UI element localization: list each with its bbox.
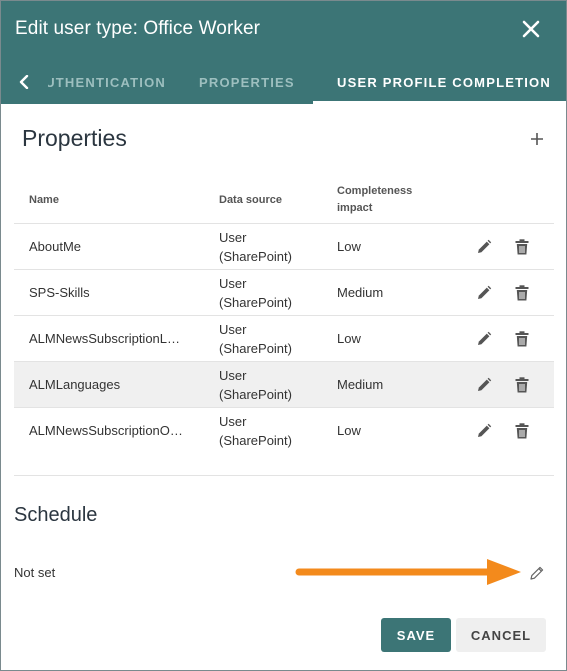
pencil-outline-icon [530,566,544,580]
edit-row-button[interactable] [474,329,494,349]
table-row: ALMLanguages User (SharePoint) Medium [14,362,554,408]
tab-user-profile-completion[interactable]: USER PROFILE COMPLETION [337,75,551,90]
section-divider [14,475,554,476]
schedule-value: Not set [14,565,56,580]
property-impact: Low [337,423,361,438]
edit-row-button[interactable] [474,421,494,441]
property-name: SPS-Skills [29,285,90,300]
close-button[interactable] [517,15,545,43]
property-impact: Low [337,331,361,346]
add-property-button[interactable] [525,127,549,151]
dialog-title: Edit user type: Office Worker [15,18,261,39]
trash-icon [515,331,529,347]
property-name: ALMLanguages [29,377,121,392]
property-source: User (SharePoint) [219,368,292,402]
close-icon [522,20,540,38]
property-impact: Low [337,239,361,254]
trash-icon [515,285,529,301]
delete-row-button[interactable] [512,421,532,441]
callout-arrow-icon [295,559,521,585]
property-source: User (SharePoint) [219,322,292,356]
edit-schedule-button[interactable] [527,563,547,583]
trash-icon [515,239,529,255]
properties-heading: Properties [22,125,127,151]
column-header-completeness-impact: Completeness impact [337,185,413,214]
dialog-header: Edit user type: Office Worker AUTHENTICA… [1,1,566,104]
column-header-data-source: Data source [219,194,282,206]
property-name: ALMNewsSubscriptionO… [29,423,183,438]
save-button[interactable]: SAVE [381,618,451,652]
pencil-icon [478,331,492,345]
delete-row-button[interactable] [512,237,532,257]
edit-row-button[interactable] [474,283,494,303]
tabs-scroll-left-button[interactable] [11,69,37,95]
tab-authentication[interactable]: AUTHENTICATION [48,75,166,90]
property-impact: Medium [337,285,384,300]
table-row: ALMNewsSubscriptionO… User (SharePoint) … [14,408,554,454]
delete-row-button[interactable] [512,329,532,349]
table-row: SPS-Skills User (SharePoint) Medium [14,270,554,316]
property-name: ALMNewsSubscriptionL… [29,331,181,346]
tab-properties[interactable]: PROPERTIES [199,75,295,90]
property-source: User (SharePoint) [219,276,292,310]
active-tab-indicator [313,101,566,104]
table-row: AboutMe User (SharePoint) Low [14,224,554,270]
edit-user-type-dialog: Edit user type: Office Worker AUTHENTICA… [0,0,567,671]
delete-row-button[interactable] [512,283,532,303]
pencil-icon [478,423,492,437]
property-source: User (SharePoint) [219,230,292,264]
properties-table: Name Data source Completeness impact Abo… [14,179,554,454]
property-source: User (SharePoint) [219,414,292,448]
pencil-icon [478,239,492,253]
pencil-icon [478,377,492,391]
plus-icon [531,133,543,145]
schedule-heading: Schedule [14,504,98,526]
edit-row-button[interactable] [474,375,494,395]
trash-icon [515,377,529,393]
pencil-icon [478,285,492,299]
column-header-name: Name [29,194,59,206]
property-impact: Medium [337,377,384,392]
table-header: Name Data source Completeness impact [14,179,554,224]
cancel-button[interactable]: CANCEL [456,618,546,652]
trash-icon [515,423,529,439]
table-row: ALMNewsSubscriptionL… User (SharePoint) … [14,316,554,362]
delete-row-button[interactable] [512,375,532,395]
edit-row-button[interactable] [474,237,494,257]
property-name: AboutMe [29,239,82,254]
chevron-left-icon [19,75,29,89]
